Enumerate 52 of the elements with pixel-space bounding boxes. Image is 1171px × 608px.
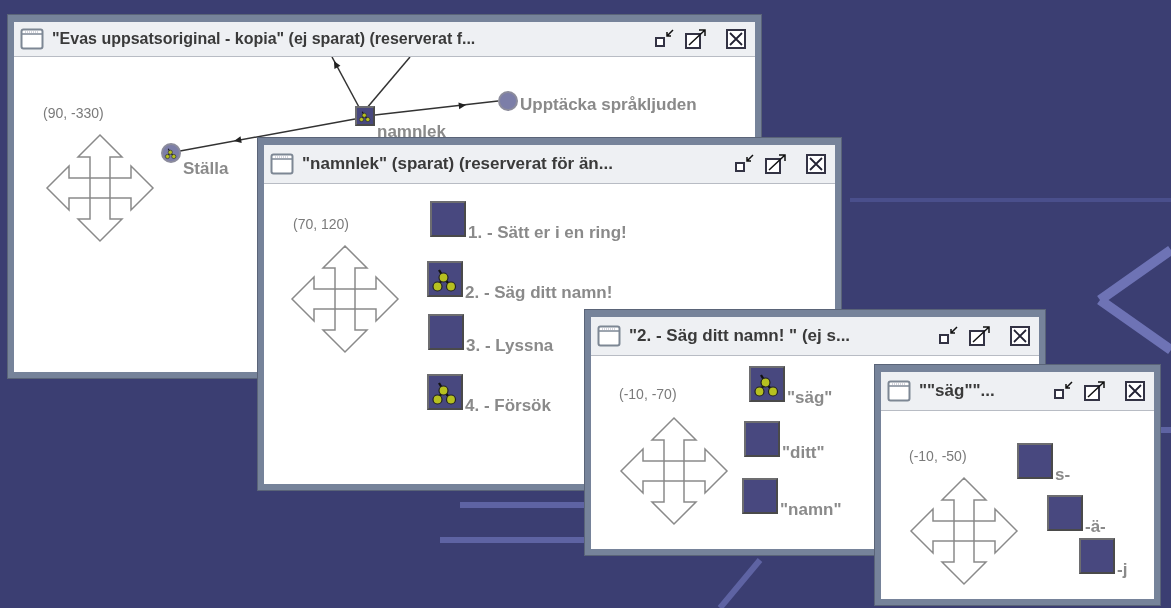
node-square[interactable] <box>1017 443 1053 479</box>
maximize-button[interactable] <box>1082 380 1108 402</box>
window-icon <box>20 28 44 50</box>
node-label: "säg" <box>787 389 833 406</box>
node-square[interactable] <box>428 314 464 350</box>
maximize-button[interactable] <box>763 153 789 175</box>
maximize-button[interactable] <box>967 325 993 347</box>
minimize-button[interactable] <box>937 325 959 347</box>
tree-icon <box>164 146 178 160</box>
node-label: s- <box>1055 466 1071 483</box>
close-button[interactable] <box>805 153 827 175</box>
window-icon <box>887 380 911 402</box>
maximize-button[interactable] <box>683 28 709 50</box>
coordinates-label: (-10, -70) <box>619 386 677 402</box>
minimize-button[interactable] <box>653 28 675 50</box>
node-label: 2. - Säg ditt namn! <box>465 284 613 301</box>
node-label: namnlek <box>377 123 446 140</box>
node-square[interactable] <box>355 106 375 126</box>
window-icon <box>597 325 621 347</box>
node-label: Ställa <box>183 160 229 177</box>
node-square[interactable] <box>749 366 785 402</box>
node-label: -j <box>1117 561 1128 578</box>
node-square[interactable] <box>1079 538 1115 574</box>
window-title: "2. - Säg ditt namn! " (ej s... <box>629 326 852 346</box>
node-square[interactable] <box>744 421 780 457</box>
node-label: 3. - Lyssna <box>466 337 554 354</box>
tree-icon <box>358 109 372 123</box>
node-label: 1. - Sätt er i en ring! <box>468 224 627 241</box>
minimize-button[interactable] <box>733 153 755 175</box>
window-title: ""säg""... <box>919 381 996 401</box>
window-icon <box>270 153 294 175</box>
node-square[interactable] <box>1047 495 1083 531</box>
coordinates-label: (70, 120) <box>293 216 350 232</box>
close-button[interactable] <box>1124 380 1146 402</box>
node-square[interactable] <box>742 478 778 514</box>
node-circle[interactable] <box>498 91 518 111</box>
node-label: 4. - Försök <box>465 397 551 414</box>
close-button[interactable] <box>725 28 747 50</box>
window-title: "namnlek" (sparat) (reserverat för än... <box>302 154 614 174</box>
node-label: -ä- <box>1085 518 1106 535</box>
node-square[interactable] <box>430 201 466 237</box>
node-square[interactable] <box>427 374 463 410</box>
close-button[interactable] <box>1009 325 1031 347</box>
node-label: "namn" <box>780 501 842 518</box>
node-square[interactable] <box>427 261 463 297</box>
window-title: "Evas uppsatsoriginal - kopia" (ej sparat) (reserverat f... <box>52 30 477 48</box>
node-label: "ditt" <box>782 444 825 461</box>
coordinates-label: (-10, -50) <box>909 448 967 464</box>
coordinates-label: (90, -330) <box>43 105 104 121</box>
node-label: Upptäcka språkljuden <box>520 96 697 113</box>
minimize-button[interactable] <box>1052 380 1074 402</box>
node-circle[interactable] <box>161 143 181 163</box>
